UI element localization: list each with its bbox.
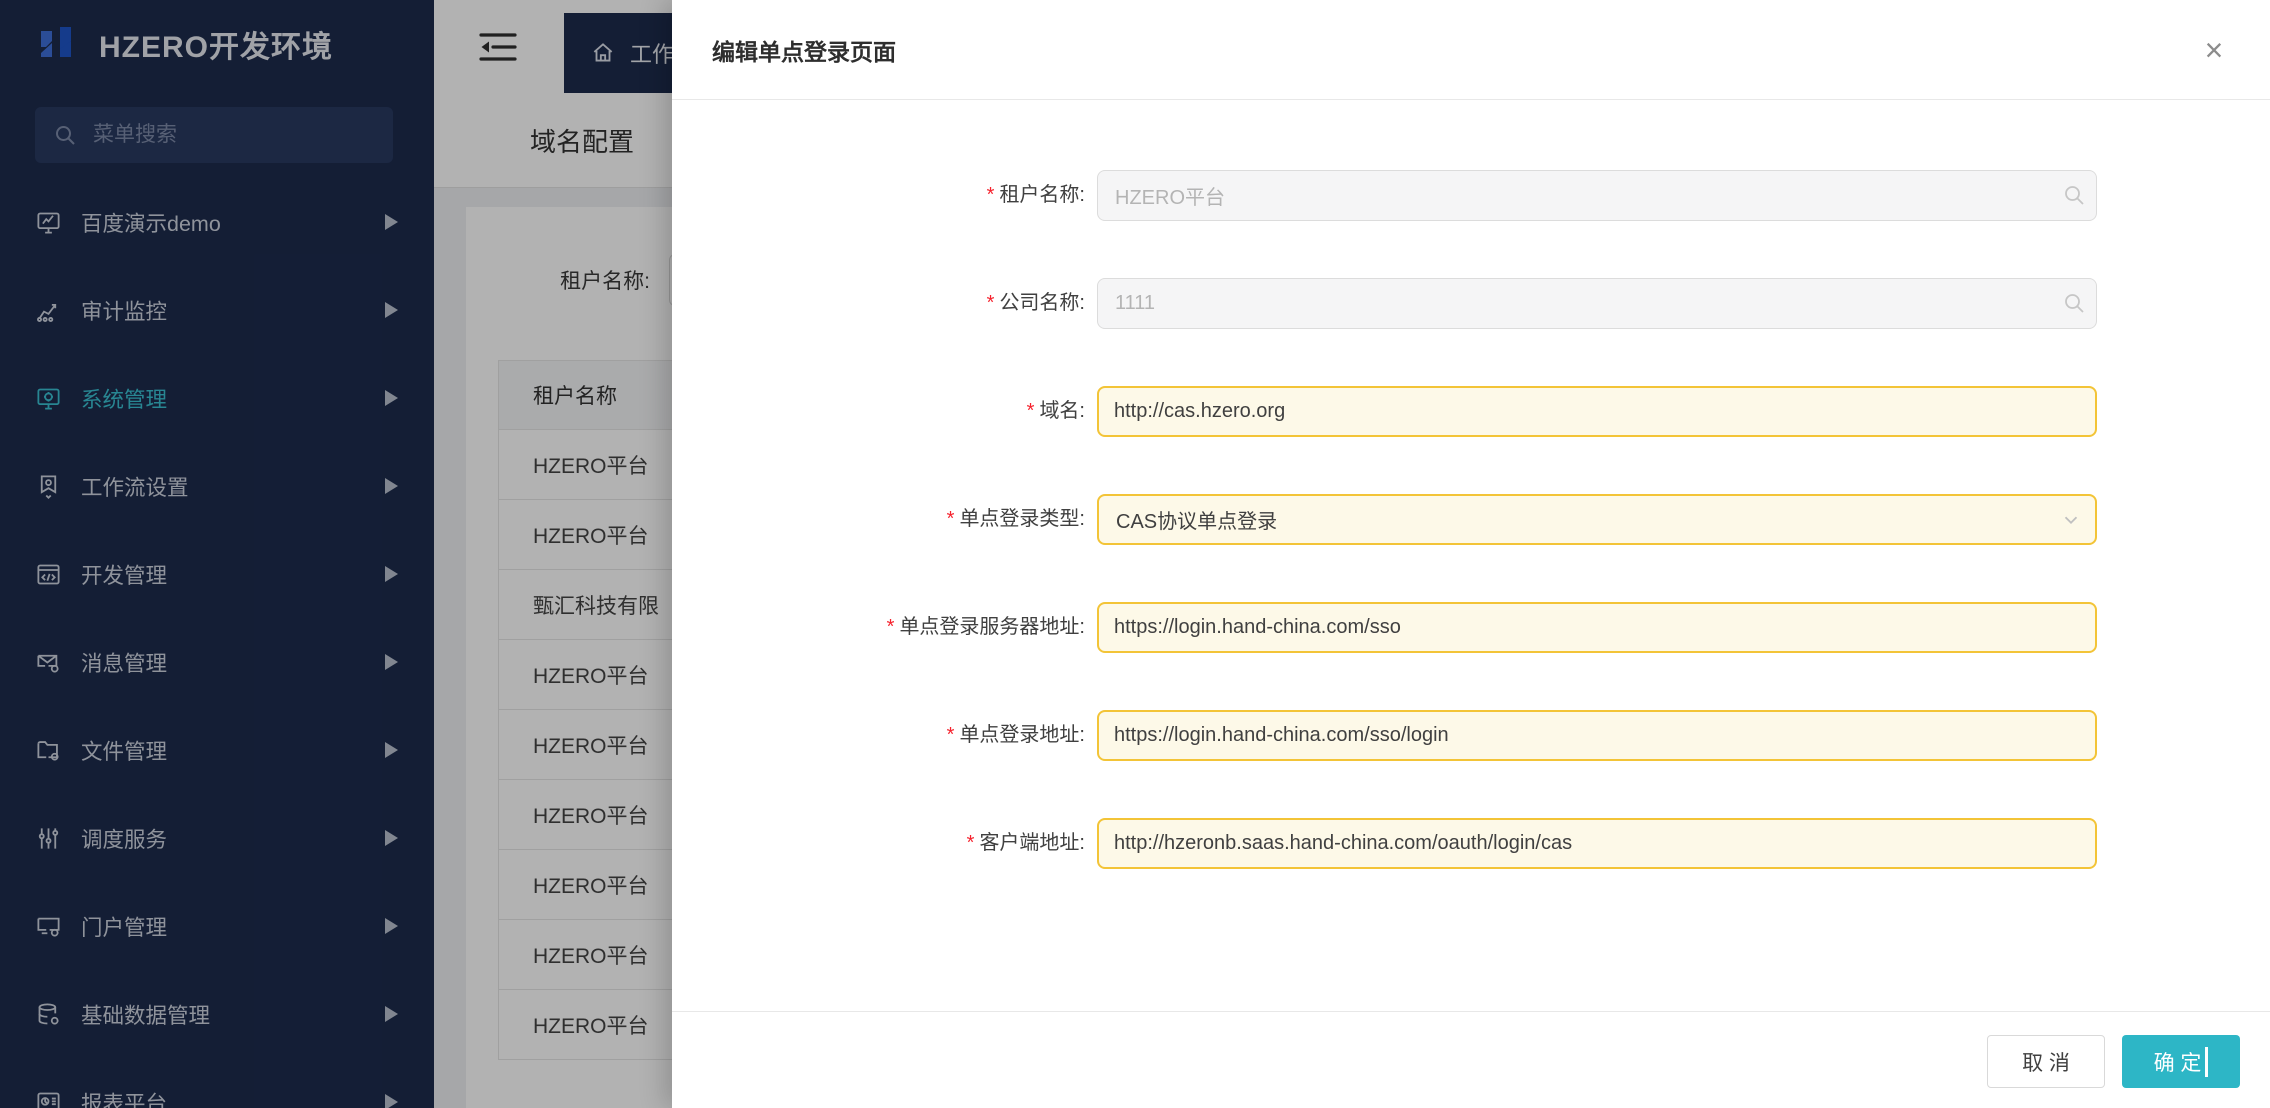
drawer-title: 编辑单点登录页面 <box>712 33 896 67</box>
drawer-header: 编辑单点登录页面 × <box>672 0 2270 100</box>
required-mark: * <box>987 292 995 314</box>
form-row-sso-server-url: *单点登录服务器地址: <box>672 602 2270 653</box>
form-row-company-name: *公司名称: <box>672 278 2270 329</box>
field-label: *租户名称: <box>987 170 1085 221</box>
form-row-tenant-name: *租户名称: <box>672 170 2270 221</box>
edit-sso-drawer: 编辑单点登录页面 × *租户名称: *公司名称: *域名: <box>672 0 2270 1108</box>
form-row-sso-type: *单点登录类型: CAS协议单点登录 <box>672 494 2270 545</box>
chevron-down-icon[interactable] <box>2060 509 2082 531</box>
search-icon[interactable] <box>2062 183 2086 207</box>
field-label: *域名: <box>1027 386 1085 437</box>
drawer-body: *租户名称: *公司名称: *域名: *单点登录类型: CAS协议单点登 <box>672 100 2270 1011</box>
field-label: *公司名称: <box>987 278 1085 329</box>
form-row-sso-login-url: *单点登录地址: <box>672 710 2270 761</box>
sso-server-url-input[interactable] <box>1097 602 2097 653</box>
required-mark: * <box>967 832 975 854</box>
client-url-input[interactable] <box>1097 818 2097 869</box>
field-label: *单点登录地址: <box>947 710 1085 761</box>
required-mark: * <box>887 616 895 638</box>
company-name-input[interactable] <box>1097 278 2097 329</box>
selected-option: CAS协议单点登录 <box>1116 505 1277 534</box>
required-mark: * <box>947 508 955 530</box>
drawer-footer: 取 消 确 定 <box>672 1011 2270 1108</box>
form-row-domain: *域名: <box>672 386 2270 437</box>
required-mark: * <box>1027 400 1035 422</box>
tenant-name-input[interactable] <box>1097 170 2097 221</box>
cancel-button[interactable]: 取 消 <box>1987 1035 2105 1088</box>
close-icon[interactable]: × <box>2192 28 2236 72</box>
required-mark: * <box>947 724 955 746</box>
domain-input[interactable] <box>1097 386 2097 437</box>
field-label: *单点登录类型: <box>947 494 1085 545</box>
field-label: *单点登录服务器地址: <box>887 602 1085 653</box>
form-row-client-url: *客户端地址: <box>672 818 2270 869</box>
confirm-button[interactable]: 确 定 <box>2122 1035 2240 1088</box>
sso-login-url-input[interactable] <box>1097 710 2097 761</box>
search-icon[interactable] <box>2062 291 2086 315</box>
sso-type-select[interactable]: CAS协议单点登录 <box>1097 494 2097 545</box>
required-mark: * <box>987 184 995 206</box>
field-label: *客户端地址: <box>967 818 1085 869</box>
text-caret <box>2205 1047 2208 1077</box>
